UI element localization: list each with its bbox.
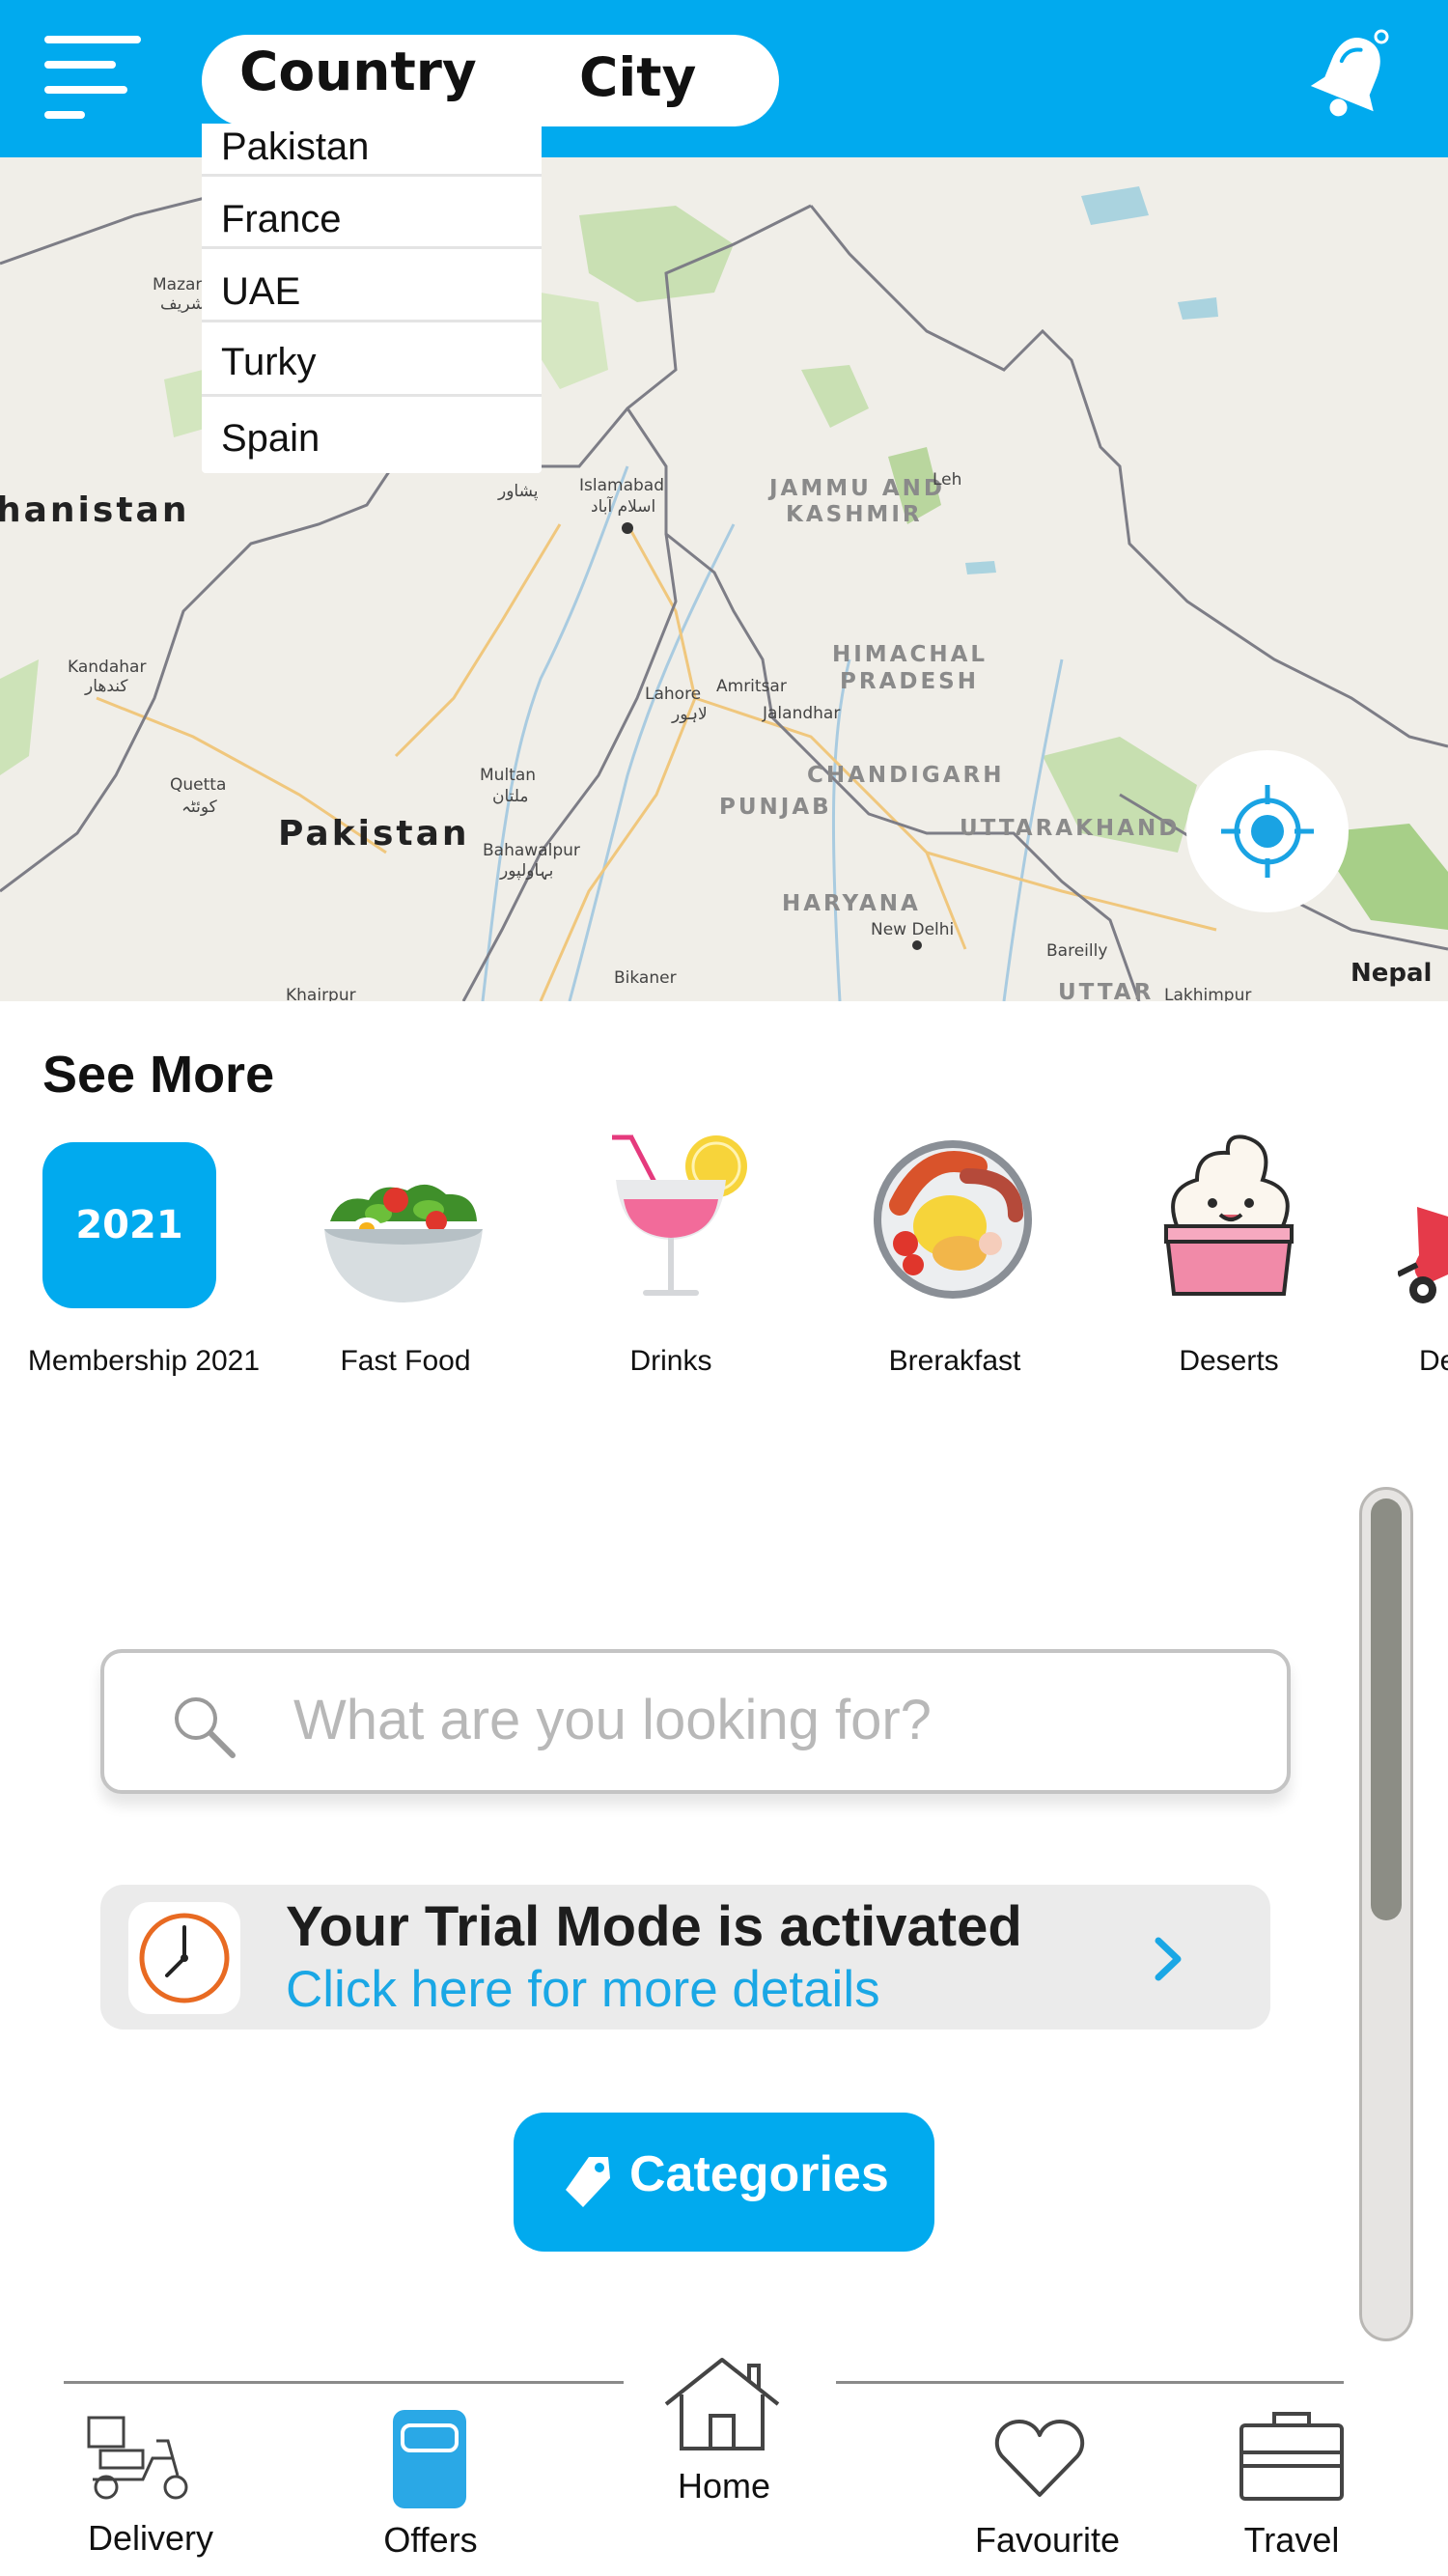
delivery-scooter-icon[interactable] — [83, 2412, 199, 2505]
map-label-himachal: HIMACHAL — [832, 642, 989, 667]
membership-2021-tile[interactable]: 2021 — [42, 1142, 216, 1308]
map-label-pradesh: PRADESH — [840, 669, 979, 694]
map-label-chandigarh: CHANDIGARH — [807, 763, 1005, 788]
map-label-islamabad: Islamabad — [579, 476, 664, 495]
map-label-pakistan: Pakistan — [278, 814, 470, 854]
nav-label-favourite[interactable]: Favourite — [956, 2520, 1139, 2561]
dropdown-divider — [202, 394, 542, 397]
map-label-punjab: PUNJAB — [719, 795, 832, 820]
map-label-lakhimpur: Lakhimpur — [1164, 986, 1252, 1001]
map-label-uttar: UTTAR — [1058, 980, 1155, 1001]
ice-cream-icon[interactable] — [1158, 1132, 1299, 1302]
country-option-france[interactable]: France — [221, 198, 342, 241]
tab-country[interactable]: Country — [239, 41, 477, 102]
category-label-partial: De — [1419, 1345, 1448, 1377]
map-label-kandahar: Kandahar — [68, 658, 147, 677]
nav-label-travel[interactable]: Travel — [1212, 2520, 1371, 2561]
dropdown-divider — [202, 174, 542, 177]
map-label-jalandhar: Jalandhar — [763, 704, 841, 723]
heart-icon[interactable] — [994, 2418, 1085, 2499]
map-label-kashmir: KASHMIR — [786, 502, 923, 527]
map-label-peshawar: پشاور — [498, 482, 539, 501]
clock-icon — [139, 1913, 230, 2003]
crosshair-location-icon — [1221, 785, 1314, 878]
trial-details-link[interactable]: Click here for more details — [286, 1960, 880, 2019]
map-label-haryana: HARYANA — [782, 891, 921, 916]
country-option-spain[interactable]: Spain — [221, 417, 320, 461]
country-option-turky[interactable]: Turky — [221, 341, 317, 384]
country-option-uae[interactable]: UAE — [221, 270, 300, 314]
offers-icon[interactable] — [391, 2408, 468, 2510]
map-label-bahawalpur-urdu: بہاولپور — [500, 861, 554, 881]
search-placeholder: What are you looking for? — [293, 1689, 932, 1751]
nav-label-home[interactable]: Home — [627, 2466, 821, 2506]
map-label-uttarakhand: UTTARAKHAND — [960, 816, 1181, 841]
map-label-bareilly: Bareilly — [1046, 941, 1108, 961]
nav-label-offers[interactable]: Offers — [346, 2520, 515, 2561]
dropdown-divider — [202, 320, 542, 322]
category-label-deserts: Deserts — [1179, 1345, 1279, 1377]
map-label-bahawalpur: Bahawalpur — [483, 841, 580, 860]
map-label-islamabad-urdu: اسلام آباد — [591, 497, 656, 517]
category-label-drinks: Drinks — [629, 1345, 712, 1377]
delivery-icon[interactable] — [1398, 1197, 1448, 1313]
map-label-amritsar: Amritsar — [716, 677, 787, 696]
category-label-fast-food: Fast Food — [340, 1345, 471, 1377]
locate-me-button[interactable] — [1186, 750, 1349, 912]
tab-city[interactable]: City — [579, 46, 696, 108]
trial-icon-container — [128, 1902, 240, 2014]
breakfast-plate-icon[interactable] — [871, 1137, 1035, 1302]
map-label-mazar: Mazar — [153, 275, 203, 294]
map-label-multan: Multan — [480, 766, 537, 785]
map-label-bikaner: Bikaner — [614, 968, 677, 988]
search-icon — [175, 1697, 236, 1758]
map-label-quetta-urdu: کوئٹہ — [181, 798, 217, 817]
map-label-afghanistan: hanistan — [0, 490, 190, 530]
bottom-nav-divider — [64, 2381, 624, 2384]
map-label-new-delhi: New Delhi — [871, 920, 955, 939]
country-option-pakistan[interactable]: Pakistan — [221, 126, 369, 169]
categories-button-label: Categories — [629, 2146, 889, 2202]
cocktail-icon[interactable] — [604, 1132, 749, 1305]
bell-icon[interactable] — [1308, 27, 1395, 124]
dropdown-divider — [202, 246, 542, 249]
nav-label-delivery[interactable]: Delivery — [64, 2518, 237, 2559]
tag-icon — [566, 2157, 610, 2207]
map-label-quetta: Quetta — [170, 775, 227, 795]
category-label-membership: Membership 2021 — [27, 1345, 261, 1377]
map-label-leh: Leh — [933, 470, 962, 490]
scrollbar-thumb[interactable] — [1371, 1498, 1402, 1920]
country-dropdown: Pakistan France UAE Turky Spain — [202, 124, 542, 473]
category-label-breakfast: Brerakfast — [888, 1345, 1021, 1377]
map-label-lahore-urdu: لاہور — [672, 705, 708, 724]
trial-title: Your Trial Mode is activated — [286, 1895, 1022, 1958]
home-icon[interactable] — [662, 2356, 782, 2452]
see-more-title: See More — [42, 1046, 275, 1104]
map-label-khairpur: Khairpur — [286, 986, 356, 1001]
briefcase-icon[interactable] — [1238, 2408, 1346, 2503]
salad-bowl-icon[interactable] — [320, 1173, 487, 1308]
chevron-right-icon[interactable] — [1151, 1935, 1185, 1983]
bottom-nav-divider — [836, 2381, 1344, 2384]
map-label-jammu: JAMMU AND — [769, 476, 945, 501]
map-label-multan-urdu: ملتان — [492, 787, 529, 806]
hamburger-menu-icon[interactable] — [44, 36, 141, 119]
map-label-nepal: Nepal — [1351, 959, 1433, 988]
map-label-lahore: Lahore — [645, 685, 702, 704]
map-label-kandahar-pashto: کندهار — [85, 677, 128, 696]
